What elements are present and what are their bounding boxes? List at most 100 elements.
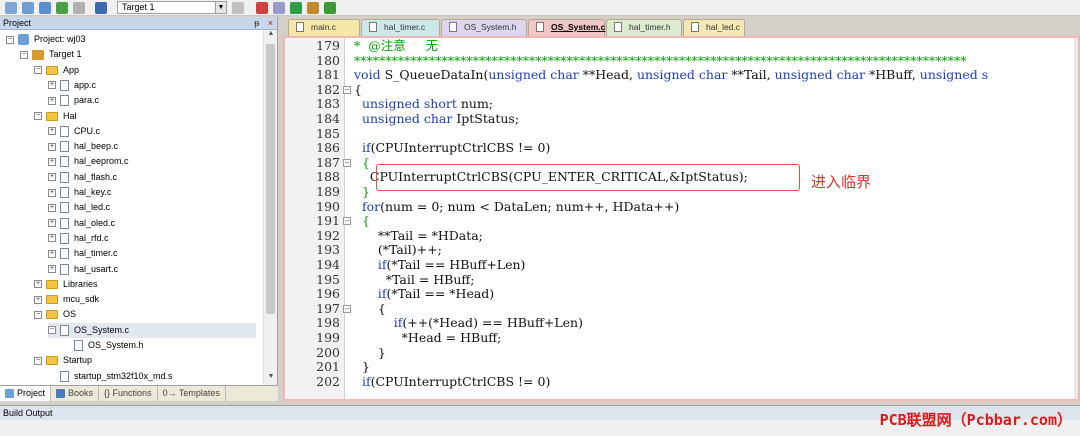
tree-item[interactable]: − Project: wj03 <box>6 32 256 47</box>
editor-tab[interactable]: hal_timer.c <box>361 19 440 36</box>
expand-icon[interactable]: + <box>48 265 56 273</box>
collapse-icon[interactable]: − <box>34 310 42 319</box>
scroll-thumb[interactable] <box>266 44 275 314</box>
select-packs-icon[interactable] <box>307 1 319 14</box>
expand-icon[interactable]: + <box>48 142 56 151</box>
code-editor[interactable]: 179 * @注意 无 180 ***************************… <box>283 36 1080 401</box>
scroll-up-icon[interactable]: ▲ <box>264 30 278 42</box>
editor-tab[interactable]: OS_System.h <box>441 19 527 36</box>
tree-item[interactable]: + hal_led.c <box>48 200 256 215</box>
expand-icon[interactable]: + <box>48 219 56 228</box>
fold-toggle-icon[interactable]: − <box>343 158 351 167</box>
tree-item[interactable]: + mcu_sdk <box>34 292 256 307</box>
code-line: 196 if(*Tail == *Head) <box>285 286 1078 302</box>
manage-project-icon[interactable] <box>256 1 268 14</box>
expand-icon[interactable]: + <box>48 81 56 90</box>
tree-item[interactable]: + hal_timer.c <box>48 246 256 261</box>
tree-item[interactable]: − Target 1 <box>20 47 256 62</box>
tree-item[interactable]: − App <box>34 63 256 78</box>
expand-icon[interactable]: + <box>48 234 56 243</box>
tree-item[interactable]: − Hal <box>34 109 256 124</box>
collapse-icon[interactable]: − <box>34 112 42 120</box>
batch-build-icon[interactable] <box>5 1 17 14</box>
target-select[interactable]: Target 1 ▼ <box>117 1 227 14</box>
tree-item[interactable]: + hal_oled.c <box>48 216 256 231</box>
code-text: { <box>354 213 370 229</box>
tree-item[interactable]: − Startup <box>34 353 256 368</box>
tree-item[interactable]: + para.c <box>48 93 256 108</box>
code-text: void S_QueueDataIn(unsigned char **Head,… <box>354 67 988 83</box>
close-icon[interactable]: × <box>268 18 273 28</box>
translate-icon[interactable] <box>56 1 68 14</box>
line-number: 179 <box>316 38 340 53</box>
pin-icon[interactable]: ᵽ <box>254 18 259 28</box>
project-scrollbar[interactable]: ▲ ▼ <box>263 30 277 385</box>
collapse-icon[interactable]: − <box>34 356 42 365</box>
editor-tab[interactable]: OS_System.c <box>528 19 605 36</box>
expand-icon[interactable]: + <box>48 188 56 197</box>
tree-item-label: Libraries <box>63 278 98 289</box>
tree-item-label: OS_System.c <box>74 324 130 335</box>
file-icon <box>60 232 69 244</box>
editor-tab-label: hal_timer.h <box>629 22 671 32</box>
fold-toggle-icon[interactable]: − <box>343 85 351 94</box>
pack-installer-icon[interactable] <box>290 1 302 14</box>
expand-icon[interactable]: + <box>48 203 56 212</box>
collapse-icon[interactable]: − <box>48 326 56 335</box>
collapse-icon[interactable]: − <box>34 66 42 75</box>
expand-icon[interactable]: + <box>48 127 56 136</box>
tab-books[interactable]: Books <box>51 386 100 401</box>
expand-icon[interactable]: + <box>48 249 56 258</box>
code-text: if(*Tail == *Head) <box>354 286 494 302</box>
editor-tab[interactable]: hal_timer.h <box>606 19 682 36</box>
tree-item[interactable]: + Libraries <box>34 277 256 292</box>
tab-templates[interactable]: 0→ Templates <box>158 386 226 401</box>
stop-build-icon[interactable] <box>73 1 85 14</box>
scroll-down-icon[interactable]: ▼ <box>264 373 278 385</box>
tree-item[interactable]: + hal_eeprom.c <box>48 154 256 169</box>
manage-runtime-icon[interactable] <box>324 1 336 14</box>
code-text: (*Tail)++; <box>354 243 442 258</box>
code-line: 201 } <box>285 359 1078 375</box>
expand-icon[interactable]: + <box>48 96 56 105</box>
code-line: 193 (*Tail)++; <box>285 243 1078 258</box>
keyword-token: if <box>354 373 371 389</box>
editor-tab-label: hal_led.c <box>706 22 741 32</box>
tab-project[interactable]: Project <box>0 386 52 401</box>
target-options-icon[interactable] <box>232 1 244 14</box>
tree-item[interactable]: + hal_usart.c <box>48 262 256 277</box>
fold-toggle-icon[interactable]: − <box>343 304 351 313</box>
line-number: 198 <box>316 315 340 331</box>
file-extensions-icon[interactable] <box>273 1 285 14</box>
tree-item[interactable]: startup_stm32f10x_md.s <box>48 369 256 384</box>
editor-tab[interactable]: hal_led.c <box>683 19 745 36</box>
fold-toggle-icon[interactable]: − <box>343 217 351 226</box>
tree-item[interactable]: − OS <box>34 307 256 322</box>
collapse-icon[interactable]: − <box>20 50 28 59</box>
expand-icon[interactable]: + <box>48 173 56 182</box>
chevron-down-icon[interactable]: ▼ <box>215 2 226 13</box>
tree-item[interactable]: + hal_key.c <box>48 185 256 200</box>
code-token: S_QueueDataIn( <box>380 67 489 83</box>
code-text: if(CPUInterruptCtrlCBS != 0) <box>354 373 550 390</box>
expand-icon[interactable]: + <box>34 280 42 289</box>
tree-item[interactable]: OS_System.h <box>62 338 256 353</box>
tree-item[interactable]: + CPU.c <box>48 124 256 139</box>
file-icon <box>369 22 377 32</box>
line-number: 183 <box>316 96 340 112</box>
keyword-token: unsigned short <box>354 96 457 112</box>
expand-icon[interactable]: + <box>48 157 56 166</box>
collapse-icon[interactable]: − <box>6 35 14 44</box>
tree-item[interactable]: + hal_rfd.c <box>48 231 256 246</box>
tree-item[interactable]: − OS_System.c <box>48 322 256 338</box>
editor-tab[interactable]: main.c <box>288 19 360 36</box>
tree-item[interactable]: + hal_beep.c <box>48 139 256 154</box>
expand-icon[interactable]: + <box>34 295 42 304</box>
tree-item[interactable]: + hal_flash.c <box>48 170 256 185</box>
tree-item[interactable]: + app.c <box>48 78 256 93</box>
build-icon[interactable] <box>39 1 51 14</box>
rebuild-icon[interactable] <box>22 1 34 14</box>
download-icon[interactable] <box>95 1 107 14</box>
code-token: **Tail, <box>727 67 775 83</box>
tab-functions[interactable]: {} Functions <box>99 386 158 401</box>
